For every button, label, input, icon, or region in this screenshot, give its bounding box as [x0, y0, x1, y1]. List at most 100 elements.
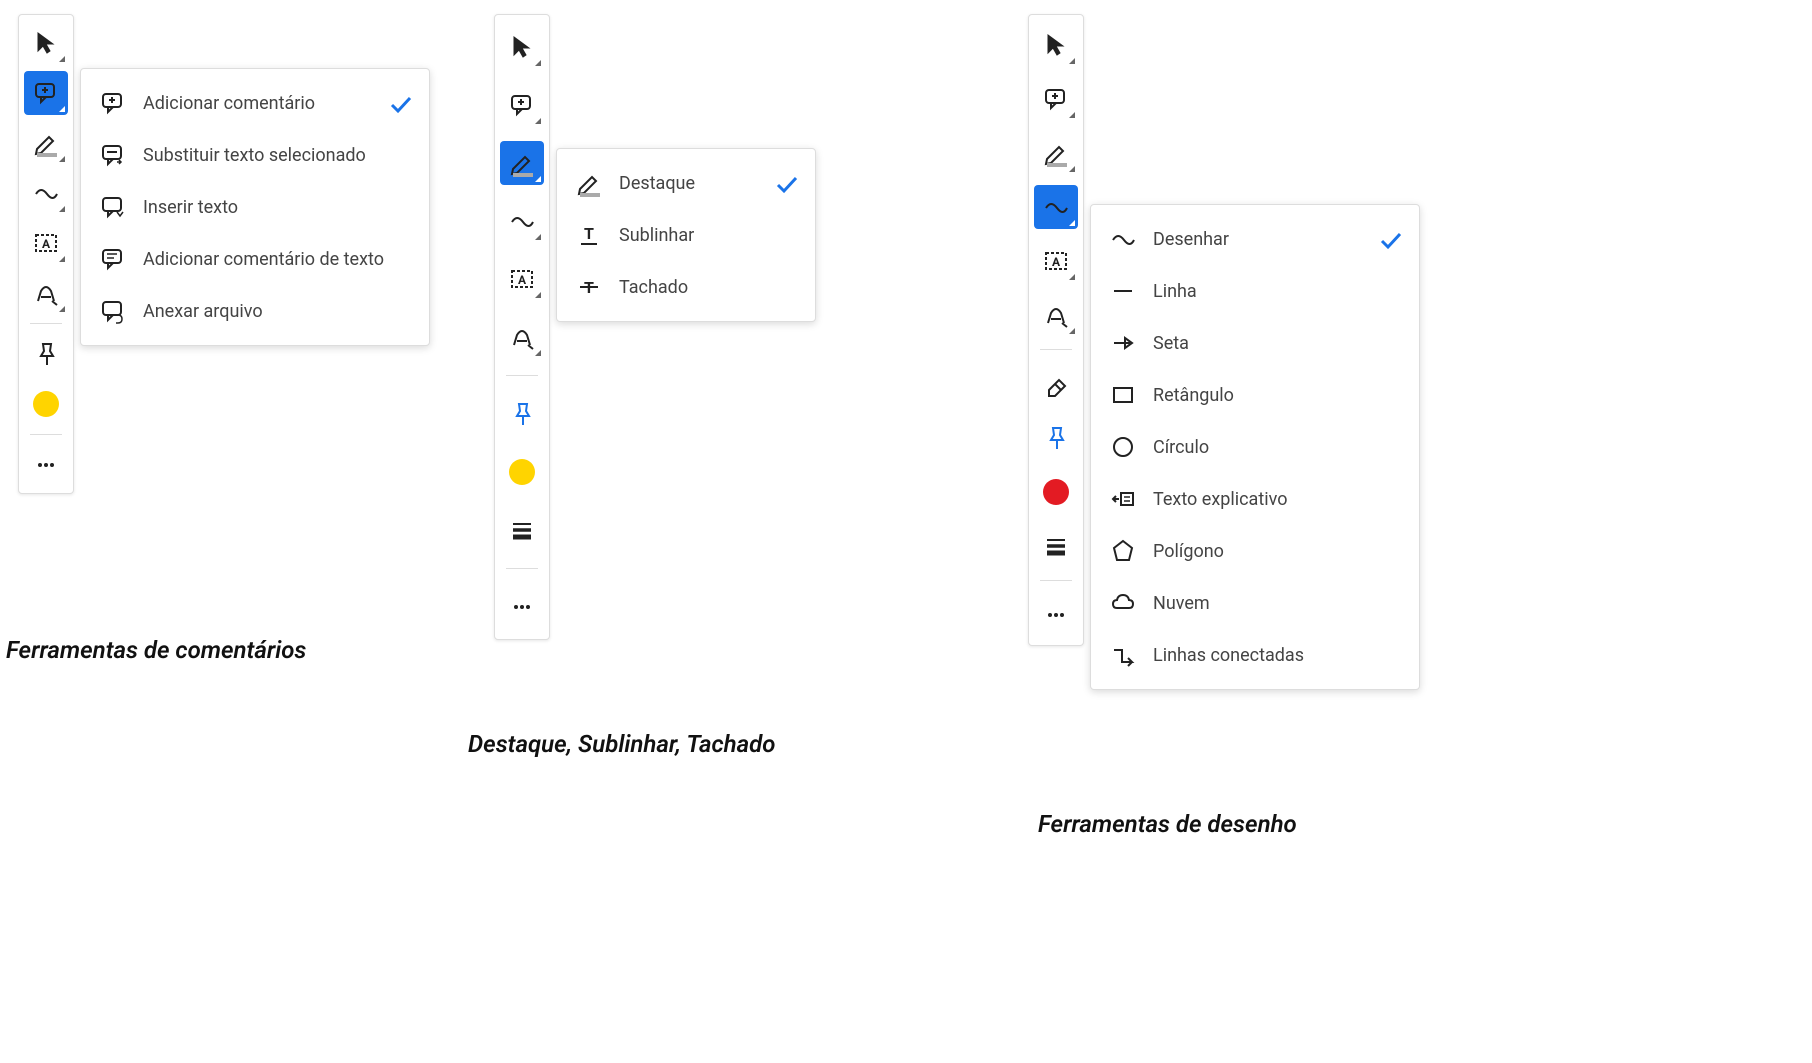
divider	[506, 568, 538, 569]
tool-more[interactable]	[500, 585, 544, 629]
tool-highlight[interactable]	[24, 121, 68, 165]
tool-pen[interactable]	[500, 315, 544, 359]
tool-color[interactable]	[1034, 470, 1078, 514]
tool-color[interactable]	[500, 450, 544, 494]
menu-label: Retângulo	[1153, 385, 1401, 406]
line-icon	[1109, 277, 1137, 305]
tool-cursor[interactable]	[1034, 23, 1078, 67]
tool-add-comment[interactable]	[1034, 77, 1078, 121]
tool-textbox[interactable]	[500, 257, 544, 301]
menu-arrow[interactable]: Seta	[1091, 317, 1419, 369]
menu-label: Círculo	[1153, 437, 1401, 458]
replace-text-icon	[99, 141, 127, 169]
menu-attach-file[interactable]: Anexar arquivo	[81, 285, 429, 337]
menu-label: Seta	[1153, 333, 1401, 354]
highlight-toolbar	[494, 14, 550, 640]
menu-label: Tachado	[619, 277, 797, 298]
check-icon	[1377, 227, 1401, 251]
highlight-icon	[575, 169, 603, 197]
tool-more[interactable]	[1034, 593, 1078, 637]
polygon-icon	[1109, 537, 1137, 565]
comments-caption: Ferramentas de comentários	[6, 636, 306, 664]
menu-label: Linha	[1153, 281, 1401, 302]
menu-label: Linhas conectadas	[1153, 645, 1401, 666]
comments-toolbar	[18, 14, 74, 494]
divider	[506, 375, 538, 376]
underline-icon	[575, 221, 603, 249]
tool-textbox[interactable]	[24, 221, 68, 265]
tool-cursor[interactable]	[500, 25, 544, 69]
tool-thickness[interactable]	[1034, 524, 1078, 568]
tool-add-comment[interactable]	[500, 83, 544, 127]
tool-freehand[interactable]	[1034, 185, 1078, 229]
arrow-icon	[1109, 329, 1137, 357]
divider	[30, 323, 62, 324]
tool-pen[interactable]	[1034, 293, 1078, 337]
tool-cursor[interactable]	[24, 21, 68, 65]
divider	[1040, 580, 1072, 581]
menu-polygon[interactable]: Polígono	[1091, 525, 1419, 577]
tool-freehand[interactable]	[500, 199, 544, 243]
drawing-panel: Desenhar Linha Seta Retângulo Círculo Te…	[1028, 14, 1420, 690]
menu-connected-lines[interactable]: Linhas conectadas	[1091, 629, 1419, 681]
tool-highlight[interactable]	[1034, 131, 1078, 175]
tool-more[interactable]	[24, 443, 68, 487]
menu-circle[interactable]: Círculo	[1091, 421, 1419, 473]
add-comment-icon	[99, 89, 127, 117]
menu-label: Substituir texto selecionado	[143, 145, 411, 166]
highlight-dropdown: Destaque Sublinhar Tachado	[556, 148, 816, 322]
highlight-panel: Destaque Sublinhar Tachado	[494, 14, 816, 640]
attach-file-icon	[99, 297, 127, 325]
strikethrough-icon	[575, 273, 603, 301]
rectangle-icon	[1109, 381, 1137, 409]
menu-text-comment[interactable]: Adicionar comentário de texto	[81, 233, 429, 285]
menu-label: Destaque	[619, 173, 737, 194]
comments-dropdown: Adicionar comentário Substituir texto se…	[80, 68, 430, 346]
tool-pen[interactable]	[24, 271, 68, 315]
callout-icon	[1109, 485, 1137, 513]
drawing-caption: Ferramentas de desenho	[1038, 810, 1297, 838]
menu-label: Polígono	[1153, 541, 1401, 562]
menu-label: Texto explicativo	[1153, 489, 1401, 510]
circle-icon	[1109, 433, 1137, 461]
menu-label: Nuvem	[1153, 593, 1401, 614]
menu-insert-text[interactable]: Inserir texto	[81, 181, 429, 233]
menu-rectangle[interactable]: Retângulo	[1091, 369, 1419, 421]
tool-textbox[interactable]	[1034, 239, 1078, 283]
menu-underline[interactable]: Sublinhar	[557, 209, 815, 261]
color-swatch	[1043, 479, 1069, 505]
menu-highlight[interactable]: Destaque	[557, 157, 815, 209]
tool-highlight[interactable]	[500, 141, 544, 185]
drawing-dropdown: Desenhar Linha Seta Retângulo Círculo Te…	[1090, 204, 1420, 690]
menu-replace-text[interactable]: Substituir texto selecionado	[81, 129, 429, 181]
freehand-icon	[1109, 225, 1137, 253]
menu-callout[interactable]: Texto explicativo	[1091, 473, 1419, 525]
menu-draw[interactable]: Desenhar	[1091, 213, 1419, 265]
tool-pin[interactable]	[24, 332, 68, 376]
tool-add-comment[interactable]	[24, 71, 68, 115]
check-icon	[387, 91, 411, 115]
menu-add-comment[interactable]: Adicionar comentário	[81, 77, 429, 129]
comments-panel: Adicionar comentário Substituir texto se…	[18, 14, 430, 494]
cloud-icon	[1109, 589, 1137, 617]
divider	[30, 434, 62, 435]
menu-label: Desenhar	[1153, 229, 1341, 250]
tool-thickness[interactable]	[500, 508, 544, 552]
divider	[1040, 349, 1072, 350]
insert-text-icon	[99, 193, 127, 221]
menu-label: Anexar arquivo	[143, 301, 411, 322]
highlight-caption: Destaque, Sublinhar, Tachado	[468, 730, 775, 758]
menu-line[interactable]: Linha	[1091, 265, 1419, 317]
tool-eraser[interactable]	[1034, 362, 1078, 406]
menu-strikethrough[interactable]: Tachado	[557, 261, 815, 313]
color-swatch	[509, 459, 535, 485]
tool-pin[interactable]	[500, 392, 544, 436]
tool-freehand[interactable]	[24, 171, 68, 215]
menu-label: Inserir texto	[143, 197, 411, 218]
tool-pin[interactable]	[1034, 416, 1078, 460]
menu-cloud[interactable]: Nuvem	[1091, 577, 1419, 629]
text-comment-icon	[99, 245, 127, 273]
tool-color[interactable]	[24, 382, 68, 426]
menu-label: Adicionar comentário	[143, 93, 351, 114]
connected-lines-icon	[1109, 641, 1137, 669]
